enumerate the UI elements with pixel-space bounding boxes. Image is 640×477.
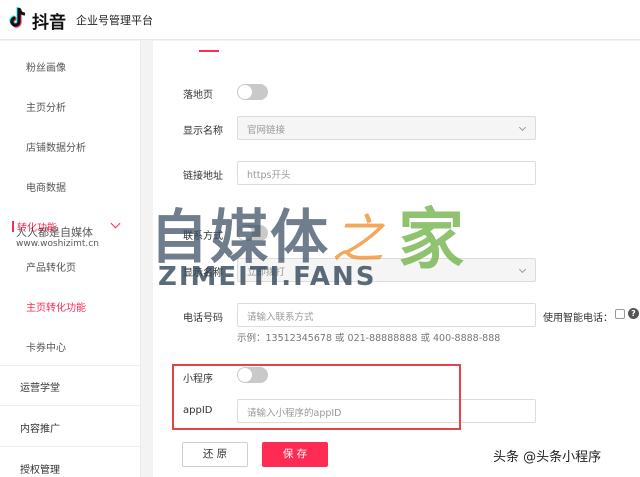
sidebar-item-fans-profile[interactable]: 粉丝画像: [26, 59, 66, 74]
active-indicator: [12, 221, 14, 232]
phone-number-label: 电话号码: [183, 313, 223, 324]
appid-input[interactable]: 请输入小程序的appID: [237, 399, 536, 423]
sidebar-item-coupon-center[interactable]: 卡券中心: [26, 339, 66, 354]
link-address-placeholder: https开头: [247, 170, 291, 181]
watermark-domain: ZIMEITI.FANS: [158, 262, 377, 292]
display-name-label: 显示名称: [183, 126, 223, 137]
link-address-label: 链接地址: [183, 171, 223, 182]
phone-number-input[interactable]: 请输入联系方式: [237, 303, 536, 327]
watermark-small-cn: 人人都是自媒体: [16, 226, 93, 239]
landing-page-toggle[interactable]: [237, 84, 268, 100]
save-button[interactable]: 保 存: [262, 442, 328, 467]
link-address-input[interactable]: https开头: [237, 161, 536, 185]
watermark-small-url: www.woshizimt.cn: [16, 239, 99, 249]
appid-label: appID: [183, 405, 213, 416]
top-bar: 抖音 企业号管理平台: [0, 0, 640, 40]
appid-placeholder: 请输入小程序的appID: [247, 408, 342, 419]
douyin-logo-icon[interactable]: [6, 6, 30, 30]
phone-example-hint: 示例：13512345678 或 021-88888888 或 400-8888…: [237, 333, 501, 344]
reset-button[interactable]: 还 原: [182, 442, 248, 467]
display-name-select[interactable]: 官网链接: [237, 116, 536, 140]
sidebar-item-authorization[interactable]: 授权管理: [20, 461, 60, 476]
sidebar-divider: [0, 446, 141, 447]
active-tab-indicator: [199, 50, 219, 52]
landing-page-label: 落地页: [183, 90, 213, 101]
phone-number-placeholder: 请输入联系方式: [247, 312, 314, 323]
sidebar-item-content-promotion[interactable]: 内容推广: [20, 420, 60, 435]
mini-program-toggle[interactable]: [237, 367, 268, 383]
watermark-glyph: 之: [332, 210, 385, 270]
mini-program-label: 小程序: [183, 374, 213, 385]
author-watermark: 头条 @头条小程序: [493, 450, 602, 465]
smart-phone-label: 使用智能电话：: [543, 313, 613, 324]
logo-text[interactable]: 抖音: [32, 8, 66, 33]
sidebar-item-product-conversion[interactable]: 产品转化页: [26, 259, 76, 274]
smart-phone-checkbox[interactable]: [615, 309, 625, 319]
sidebar-item-store-analysis[interactable]: 店铺数据分析: [26, 139, 86, 154]
watermark-home: 家: [398, 201, 464, 278]
sidebar-divider: [0, 405, 141, 406]
sidebar-item-homepage-analysis[interactable]: 主页分析: [26, 99, 66, 114]
sidebar-divider: [0, 365, 141, 366]
help-icon[interactable]: ?: [628, 308, 639, 319]
display-name-value: 官网链接: [247, 125, 286, 136]
sidebar-item-ecommerce-data[interactable]: 电商数据: [26, 179, 66, 194]
platform-name: 企业号管理平台: [76, 14, 153, 27]
sidebar-item-operations-school[interactable]: 运营学堂: [20, 379, 60, 394]
sidebar-item-homepage-conversion[interactable]: 主页转化功能: [26, 299, 86, 314]
